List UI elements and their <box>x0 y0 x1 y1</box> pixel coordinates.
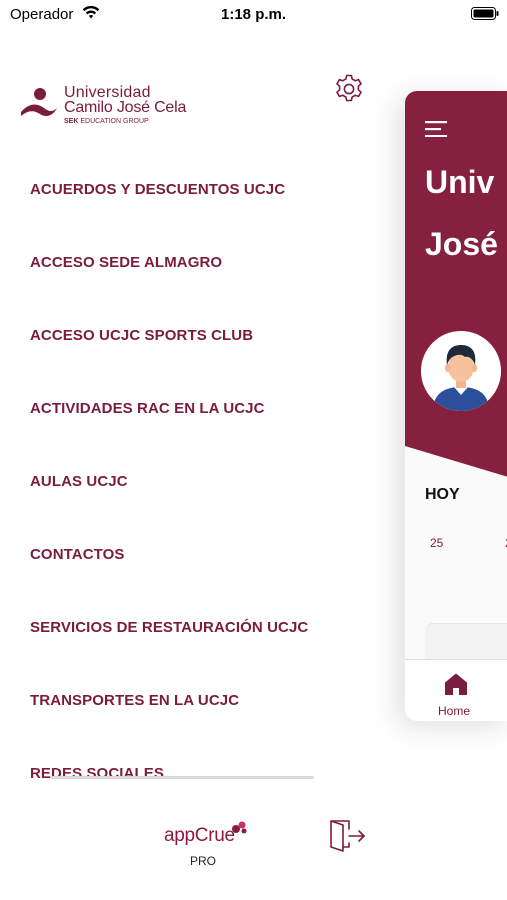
avatar[interactable] <box>421 331 501 411</box>
carrier-label: Operador <box>10 6 74 23</box>
logo-text-line3: SEK EDUCATION GROUP <box>64 118 149 125</box>
content-card[interactable] <box>425 623 507 663</box>
hamburger-menu-icon[interactable] <box>425 121 447 137</box>
preview-header-background <box>405 91 507 477</box>
tab-home[interactable]: Home <box>438 704 470 718</box>
wifi-icon <box>82 5 100 19</box>
preview-title: Univ José C <box>425 164 507 262</box>
logo-text-line2: Camilo José Cela <box>64 99 187 116</box>
university-logo: Universidad Camilo José Cela SEK EDUCATI… <box>20 84 200 128</box>
menu-item-acceso-almagro[interactable]: ACCESO SEDE ALMAGRO <box>30 248 222 278</box>
brand-dots-icon <box>232 821 247 834</box>
gear-icon[interactable] <box>332 72 366 106</box>
menu-item-sports-club[interactable]: ACCESO UCJC SPORTS CLUB <box>30 321 253 351</box>
menu-item-restauracion[interactable]: SERVICIOS DE RESTAURACIÓN UCJC <box>30 613 308 643</box>
brand-name: appCrue <box>164 825 235 846</box>
brand-sub: PRO <box>190 854 217 868</box>
menu-divider <box>50 776 314 779</box>
status-bar: Operador 1:18 p.m. <box>0 0 507 28</box>
battery-icon <box>471 7 499 20</box>
section-label-hoy: HOY <box>425 486 460 503</box>
appcrue-logo: appCrue PRO <box>164 821 254 868</box>
app-preview-card[interactable]: Univ José C HOY 25 2 Home <box>405 91 507 721</box>
tab-bar: Home <box>405 659 507 721</box>
avatar-person-icon <box>421 331 501 411</box>
clock: 1:18 p.m. <box>221 6 287 23</box>
logout-icon[interactable] <box>327 819 367 853</box>
side-drawer: Universidad Camilo José Cela SEK EDUCATI… <box>0 28 365 900</box>
menu-item-aulas[interactable]: AULAS UCJC <box>30 467 128 497</box>
home-icon[interactable] <box>444 672 468 696</box>
calendar-date[interactable]: 25 <box>430 536 443 550</box>
menu-item-contactos[interactable]: CONTACTOS <box>30 540 125 570</box>
university-logo-mark-icon <box>21 88 57 116</box>
menu-list: ACUERDOS Y DESCUENTOS UCJC ACCESO SEDE A… <box>0 153 360 778</box>
menu-item-transportes[interactable]: TRANSPORTES EN LA UCJC <box>30 686 239 716</box>
menu-item-actividades-rac[interactable]: ACTIVIDADES RAC EN LA UCJC <box>30 394 265 424</box>
menu-item-acuerdos[interactable]: ACUERDOS Y DESCUENTOS UCJC <box>30 175 285 205</box>
